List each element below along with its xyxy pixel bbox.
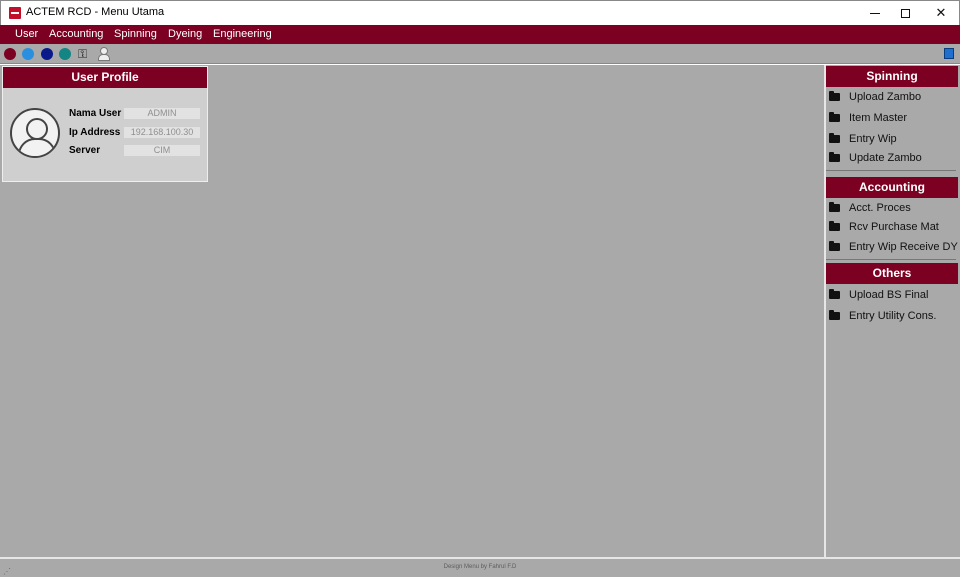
nama-user-label: Nama User: [69, 108, 122, 119]
ip-address-label: Ip Address: [69, 127, 121, 138]
folder-icon: [829, 221, 840, 231]
divider: [826, 259, 956, 260]
folder-icon: [829, 152, 840, 162]
menu-bar: User Accounting Spinning Dyeing Engineer…: [0, 25, 960, 44]
sidebar-item-acct-proces[interactable]: Acct. Proces: [826, 201, 958, 219]
server-value: CIM: [124, 145, 200, 156]
sidebar-item-label: Entry Wip Receive DY: [849, 241, 958, 253]
user-icon[interactable]: [97, 47, 110, 61]
divider: [826, 170, 956, 171]
sidebar-item-entry-wip[interactable]: Entry Wip: [826, 132, 958, 150]
sidebar-item-label: Upload BS Final: [849, 289, 929, 301]
sidebar-item-upload-bs-final[interactable]: Upload BS Final: [826, 288, 958, 306]
folder-icon: [829, 91, 840, 101]
window-icon[interactable]: [944, 48, 954, 59]
sidebar-item-item-master[interactable]: Item Master: [826, 111, 958, 129]
key-icon[interactable]: ⚿: [78, 47, 87, 62]
menu-spinning[interactable]: Spinning: [114, 28, 157, 40]
sidebar-item-label: Entry Utility Cons.: [849, 310, 937, 322]
folder-icon: [829, 241, 840, 251]
sidebar-item-label: Item Master: [849, 112, 908, 124]
folder-icon: [829, 202, 840, 212]
sidebar-item-label: Rcv Purchase Mat: [849, 221, 939, 233]
maximize-button[interactable]: [887, 1, 923, 25]
sidebar-item-label: Update Zambo: [849, 152, 922, 164]
sidebar-item-entry-wip-receive-dy[interactable]: Entry Wip Receive DY: [826, 240, 958, 258]
section-accounting: Accounting: [826, 177, 958, 198]
toolbar-light-blue-circle-icon[interactable]: [22, 48, 34, 60]
toolbar-navy-circle-icon[interactable]: [41, 48, 53, 60]
maximize-icon: [900, 9, 910, 19]
window-title: ACTEM RCD - Menu Utama: [26, 6, 165, 18]
toolbar-teal-circle-icon[interactable]: [59, 48, 71, 60]
toolbar: ⚿: [0, 44, 960, 64]
menu-accounting[interactable]: Accounting: [49, 28, 103, 40]
sidebar-item-label: Upload Zambo: [849, 91, 922, 103]
user-profile-title: User Profile: [3, 67, 207, 88]
status-credit: Design Menu by Fahrul F.D: [443, 564, 517, 570]
folder-icon: [829, 310, 840, 320]
section-others: Others: [826, 263, 958, 284]
folder-icon: [829, 133, 840, 143]
folder-icon: [829, 289, 840, 299]
sidebar-item-label: Acct. Proces: [849, 202, 911, 214]
ip-address-value: 192.168.100.30: [124, 127, 200, 138]
status-bar: ⋰ Design Menu by Fahrul F.D: [0, 557, 960, 577]
section-spinning: Spinning: [826, 66, 958, 87]
user-profile-panel: User Profile Nama User ADMIN Ip Address …: [2, 66, 208, 182]
nama-user-value: ADMIN: [124, 108, 200, 119]
sidebar-item-update-zambo[interactable]: Update Zambo: [826, 151, 958, 169]
sidebar-item-entry-utility-cons[interactable]: Entry Utility Cons.: [826, 309, 958, 327]
avatar-icon: [10, 108, 60, 158]
title-bar: ACTEM RCD - Menu Utama ✕: [0, 0, 960, 25]
minimize-icon: [870, 13, 880, 15]
sidebar-item-label: Entry Wip: [849, 133, 897, 145]
menu-engineering[interactable]: Engineering: [213, 28, 272, 40]
folder-icon: [829, 112, 840, 122]
toolbar-red-circle-icon[interactable]: [4, 48, 16, 60]
menu-dyeing[interactable]: Dyeing: [168, 28, 202, 40]
server-label: Server: [69, 145, 101, 156]
sidebar-item-upload-zambo[interactable]: Upload Zambo: [826, 90, 958, 108]
app-logo-icon: [9, 7, 21, 19]
close-button[interactable]: ✕: [923, 1, 959, 25]
menu-user[interactable]: User: [15, 28, 38, 40]
sidebar-item-rcv-purchase-mat[interactable]: Rcv Purchase Mat: [826, 220, 958, 238]
